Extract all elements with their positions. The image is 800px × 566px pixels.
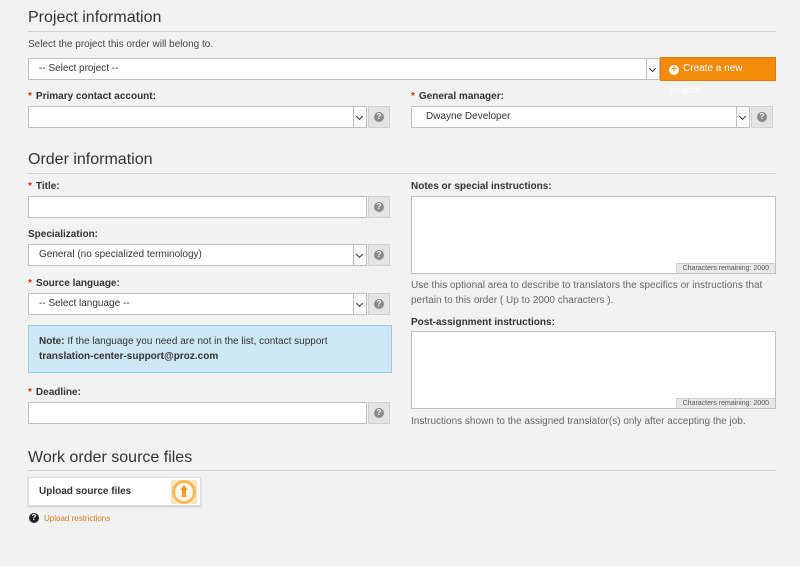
general-manager-value: Dwayne Developer	[426, 111, 511, 122]
title-label: * Title:	[28, 181, 60, 192]
source-language-label-text: Source language:	[35, 278, 120, 289]
project-intro-text: Select the project this order will belon…	[28, 39, 214, 50]
create-project-label: Create a new project	[669, 63, 743, 96]
question-mark-icon[interactable]: ?	[29, 513, 39, 523]
general-manager-label-text: General manager:	[418, 91, 504, 102]
question-mark-icon: ?	[374, 202, 384, 212]
notes-textarea[interactable]: Characters remaining: 2000	[411, 196, 776, 274]
note-text: If the language you need are not in the …	[64, 336, 328, 347]
title-input[interactable]	[28, 196, 367, 218]
post-assignment-textarea[interactable]: Characters remaining: 2000	[411, 331, 776, 409]
source-files-heading: Work order source files	[28, 449, 193, 466]
upload-label: Upload source files	[39, 486, 132, 497]
notes-help-text: Use this optional area to describe to tr…	[411, 280, 763, 306]
deadline-help[interactable]: ?	[368, 402, 390, 424]
source-language-value: -- Select language --	[39, 298, 130, 309]
notes-char-counter: Characters remaining: 2000	[675, 263, 775, 273]
upload-restrictions-link[interactable]: Upload restrictions	[44, 514, 110, 523]
project-select[interactable]: -- Select project --	[28, 58, 660, 80]
question-mark-icon: ?	[374, 299, 384, 309]
project-select-value: -- Select project --	[39, 63, 119, 74]
required-mark: *	[411, 91, 415, 102]
upload-arrow-icon	[171, 480, 197, 504]
chevron-down-icon	[646, 59, 659, 79]
chevron-down-icon	[353, 245, 366, 265]
create-project-button[interactable]: + Create a new project	[660, 57, 776, 96]
support-email[interactable]: translation-center-support@proz.com	[39, 351, 218, 362]
required-mark: *	[28, 387, 32, 398]
upload-source-files-button[interactable]: Upload source files	[28, 477, 201, 506]
source-language-label: * Source language:	[28, 278, 120, 289]
question-mark-icon: ?	[374, 112, 384, 122]
question-mark-icon: ?	[374, 408, 384, 418]
chevron-down-icon	[353, 294, 366, 314]
post-assignment-label: Post-assignment instructions:	[411, 317, 555, 328]
divider	[28, 470, 776, 471]
specialization-label: Specialization:	[28, 229, 99, 240]
source-language-select[interactable]: -- Select language --	[28, 293, 367, 315]
general-manager-help[interactable]: ?	[751, 106, 773, 128]
note-prefix: Note:	[39, 336, 65, 347]
language-note: Note: If the language you need are not i…	[28, 325, 392, 373]
general-manager-select[interactable]: Dwayne Developer	[411, 106, 750, 128]
post-char-counter: Characters remaining: 2000	[675, 398, 775, 408]
post-assignment-help-text: Instructions shown to the assigned trans…	[411, 416, 746, 427]
required-mark: *	[28, 278, 32, 289]
source-language-help[interactable]: ?	[368, 293, 390, 315]
primary-contact-label-text: Primary contact account:	[35, 91, 156, 102]
specialization-help[interactable]: ?	[368, 244, 390, 266]
title-help[interactable]: ?	[368, 196, 390, 218]
divider	[28, 173, 776, 174]
deadline-label: * Deadline:	[28, 387, 81, 398]
specialization-select[interactable]: General (no specialized terminology)	[28, 244, 367, 266]
order-info-heading: Order information	[28, 151, 153, 168]
chevron-down-icon	[736, 107, 749, 127]
plus-circle-icon: +	[669, 65, 679, 75]
question-mark-icon: ?	[757, 112, 767, 122]
required-mark: *	[28, 181, 32, 192]
deadline-label-text: Deadline:	[35, 387, 81, 398]
required-mark: *	[28, 91, 32, 102]
chevron-down-icon	[353, 107, 366, 127]
deadline-input[interactable]	[28, 402, 367, 424]
question-mark-icon: ?	[374, 250, 384, 260]
project-info-heading: Project information	[28, 9, 162, 26]
general-manager-label: * General manager:	[411, 91, 504, 102]
primary-contact-help[interactable]: ?	[368, 106, 390, 128]
specialization-value: General (no specialized terminology)	[39, 249, 202, 260]
notes-label: Notes or special instructions:	[411, 181, 552, 192]
primary-contact-label: * Primary contact account:	[28, 91, 156, 102]
divider	[28, 31, 776, 32]
title-label-text: Title:	[35, 181, 60, 192]
primary-contact-select[interactable]	[28, 106, 367, 128]
